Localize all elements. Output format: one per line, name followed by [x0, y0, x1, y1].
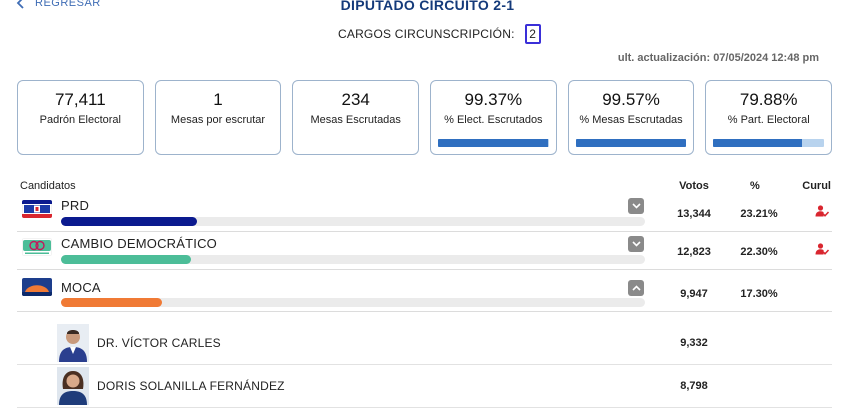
- progress-bar: [575, 139, 687, 147]
- cargos-label: CARGOS CIRCUNSCRIPCIÓN:: [338, 27, 515, 41]
- progress-bar-fill: [438, 139, 548, 147]
- header-percent: %: [750, 180, 760, 192]
- stat-card-padron: 77,411 Padrón Electoral: [17, 80, 144, 155]
- candidate-row: DR. VÍCTOR CARLES 9,332: [17, 322, 832, 365]
- stat-card-part-electoral: 79.88% % Part. Electoral: [705, 80, 833, 155]
- cargos-value-select[interactable]: 2: [524, 24, 541, 44]
- stat-value: 234: [341, 90, 370, 109]
- stat-label: % Elect. Escrutados: [444, 114, 543, 126]
- stat-label: Padrón Electoral: [39, 114, 121, 126]
- header-votes: Votos: [679, 180, 709, 192]
- party-row-moca: MOCA 9,947 17.30%: [17, 270, 832, 312]
- header-seat: Curul: [802, 180, 831, 192]
- party-row-prd: PRD 13,344 23.21%: [17, 194, 832, 232]
- party-votes: 13,344: [677, 208, 711, 220]
- page-title: DIPUTADO CIRCUITO 2-1: [340, 0, 515, 13]
- stat-card-mesas-escrutadas: 234 Mesas Escrutadas: [292, 80, 420, 155]
- cargos-circunscripcion: CARGOS CIRCUNSCRIPCIÓN: 2: [338, 24, 541, 44]
- candidate-votes: 8,798: [680, 380, 708, 392]
- stat-label: Mesas por escrutar: [170, 114, 266, 126]
- cd-logo-icon: [22, 238, 52, 256]
- stat-value: 99.37%: [464, 90, 523, 109]
- candidate-photo: [57, 367, 89, 405]
- vote-share-fill: [61, 217, 197, 226]
- candidate-name: DR. VÍCTOR CARLES: [97, 336, 221, 350]
- table-header: Candidatos Votos % Curul: [17, 178, 832, 194]
- party-row-cambio-democratico: CAMBIO DEMOCRÁTICO 12,823 22.30%: [17, 232, 832, 270]
- chevron-up-icon[interactable]: [628, 280, 644, 296]
- party-percent: 23.21%: [740, 208, 778, 220]
- party-votes: 12,823: [677, 246, 711, 258]
- seat-user-check-icon: [815, 243, 829, 255]
- progress-bar-fill: [575, 139, 686, 147]
- stat-label: Mesas Escrutadas: [310, 114, 401, 126]
- progress-bar: [438, 139, 549, 147]
- stat-value: 99.57%: [602, 90, 660, 109]
- candidate-votes: 9,332: [680, 337, 708, 349]
- progress-bar: [713, 139, 825, 147]
- chevron-down-icon[interactable]: [628, 198, 644, 214]
- stat-card-mesas-escrutadas-pct: 99.57% % Mesas Escrutadas: [567, 80, 695, 155]
- stat-value: 79.88%: [739, 90, 798, 109]
- chevron-down-icon[interactable]: [628, 236, 644, 252]
- header-candidates: Candidatos: [20, 180, 76, 192]
- stat-card-mesas-por-escrutar: 1 Mesas por escrutar: [154, 80, 282, 155]
- moca-logo-icon: [22, 278, 52, 296]
- seat-user-check-icon: [815, 205, 829, 217]
- party-votes: 9,947: [680, 288, 708, 300]
- vote-share-fill: [61, 298, 163, 307]
- party-percent: 17.30%: [740, 288, 778, 300]
- party-name: MOCA: [61, 280, 101, 295]
- stat-value: 77,411: [54, 90, 106, 109]
- candidate-name: DORIS SOLANILLA FERNÁNDEZ: [97, 379, 285, 393]
- party-name: CAMBIO DEMOCRÁTICO: [61, 236, 217, 251]
- stat-value: 1: [213, 90, 223, 109]
- progress-bar-fill: [713, 139, 802, 147]
- stat-label: % Part. Electoral: [727, 114, 810, 126]
- stat-card-elect-escrutados: 99.37% % Elect. Escrutados: [430, 80, 557, 155]
- prd-logo-icon: [22, 200, 52, 218]
- candidate-photo: [57, 324, 89, 362]
- vote-share-bar: [61, 298, 645, 307]
- stat-label: % Mesas Escrutadas: [579, 114, 683, 126]
- party-name: PRD: [61, 198, 90, 213]
- vote-share-bar: [61, 217, 645, 226]
- vote-share-bar: [61, 255, 645, 264]
- vote-share-fill: [61, 255, 192, 264]
- last-updated: ult. actualización: 07/05/2024 12:48 pm: [617, 52, 819, 64]
- stats-row: 77,411 Padrón Electoral 1 Mesas por escr…: [17, 80, 833, 155]
- party-percent: 22.30%: [740, 246, 778, 258]
- candidate-row: DORIS SOLANILLA FERNÁNDEZ 8,798: [17, 365, 832, 408]
- results-table: Candidatos Votos % Curul PRD 13,344 23.2…: [17, 178, 832, 408]
